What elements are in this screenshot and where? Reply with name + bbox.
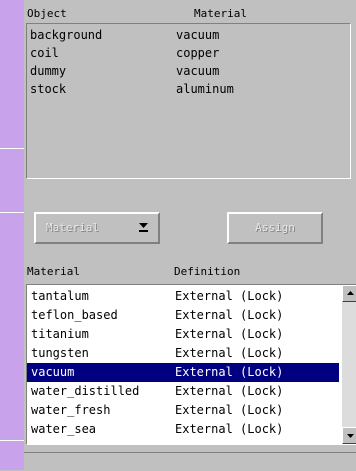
material-name: titanium [31, 327, 89, 341]
material-list-scrollbar[interactable] [342, 285, 356, 444]
scroll-down-arrow-icon [347, 434, 354, 438]
rail-divider [0, 440, 24, 441]
list-item[interactable]: tungsten External (Lock) [27, 344, 339, 363]
material-name: water_fresh [31, 403, 111, 417]
material-dropdown-button[interactable]: Material [34, 212, 160, 244]
object-material: aluminum [176, 82, 234, 96]
material-name: water_sea [31, 422, 97, 436]
list-item-selected[interactable]: vacuum External (Lock) [27, 363, 339, 382]
scroll-track[interactable] [342, 302, 356, 427]
scroll-up-arrow-icon [347, 291, 354, 295]
list-item[interactable]: water_distilled External (Lock) [27, 382, 339, 401]
material-name: tantalum [31, 289, 89, 303]
object-name: stock [30, 82, 67, 96]
object-material: vacuum [176, 64, 220, 78]
status-bar [24, 452, 356, 471]
assign-button-label: Assign [255, 221, 295, 234]
object-material: copper [176, 46, 220, 60]
definition-list-header: Definition [174, 265, 241, 278]
object-material: vacuum [176, 28, 220, 42]
material-definition: External (Lock) [175, 384, 284, 398]
rail-divider [0, 148, 24, 149]
object-list[interactable]: background vacuum coil copper dummy vacu… [26, 23, 351, 179]
material-name: tungsten [31, 346, 89, 360]
material-definition: External (Lock) [175, 308, 284, 322]
material-column-header: Material [194, 7, 247, 20]
material-list[interactable]: tantalum External (Lock) teflon_based Ex… [26, 284, 356, 445]
object-name: dummy [30, 64, 67, 78]
scroll-down-button[interactable] [342, 427, 356, 444]
list-item[interactable]: stock aluminum [30, 80, 346, 98]
material-name: water_distilled [31, 384, 140, 398]
list-item[interactable]: dummy vacuum [30, 62, 346, 80]
material-name: vacuum [31, 365, 75, 379]
material-definition: External (Lock) [175, 289, 284, 303]
list-item[interactable]: teflon_based External (Lock) [27, 306, 339, 325]
object-name: background [30, 28, 103, 42]
material-definition: External (Lock) [175, 365, 284, 379]
material-definition: External (Lock) [175, 422, 284, 436]
object-column-header: Object [27, 7, 67, 20]
material-definition: External (Lock) [175, 403, 284, 417]
material-definition: External (Lock) [175, 346, 284, 360]
material-list-header: Material [27, 265, 80, 278]
scroll-up-button[interactable] [342, 285, 356, 302]
list-item[interactable]: water_fresh External (Lock) [27, 401, 339, 420]
list-item[interactable]: water_sea External (Lock) [27, 420, 339, 439]
list-item[interactable]: titanium External (Lock) [27, 325, 339, 344]
object-name: coil [30, 46, 59, 60]
rail-divider [0, 212, 24, 213]
left-rail [0, 0, 24, 470]
list-item[interactable]: tantalum External (Lock) [27, 287, 339, 306]
list-item[interactable]: coil copper [30, 44, 346, 62]
material-name: teflon_based [31, 308, 118, 322]
down-arrow-icon [139, 223, 148, 232]
assign-button[interactable]: Assign [227, 212, 323, 244]
material-button-label: Material [46, 221, 99, 234]
list-item[interactable]: background vacuum [30, 26, 346, 44]
material-assignment-panel: Object Material background vacuum coil c… [24, 0, 356, 471]
material-definition: External (Lock) [175, 327, 284, 341]
